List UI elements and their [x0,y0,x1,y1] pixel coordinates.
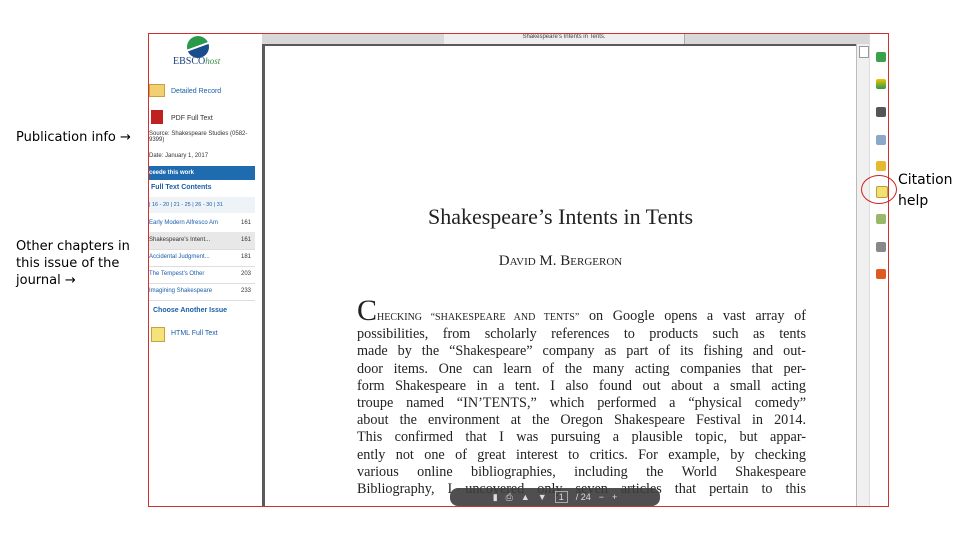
pdf-page: Shakespeare’s Intents in Tents David M. … [265,46,856,506]
viewer-tabbar: Shakespeare's Intents in Tents. [262,34,869,44]
pdf-toolbar: ▮ ⎙ ▲ ▼ 1 / 24 − + [450,488,660,506]
article-author: David M. Bergeron [498,253,623,269]
print-icon[interactable]: ⎙ [506,492,513,503]
pagination[interactable]: | 16 - 20 | 21 - 25 | 26 - 30 | 31 [149,197,255,213]
pdf-full-text-link[interactable]: PDF Full Text [171,115,213,122]
choose-another-issue-link[interactable]: Choose Another Issue [153,307,227,314]
annotation-citation-help: Citation help [898,172,953,209]
chapter-row[interactable]: The Tempest's Other 203 [149,266,255,284]
annotation-other-chapters: Other chapters in this issue of the jour… [16,239,130,288]
share-icon[interactable] [876,269,886,279]
article-body: CHECKING “SHAKESPEARE AND TENTS” on Goog… [357,294,806,498]
right-toolbar [869,34,888,506]
chapter-row[interactable]: Accidental Judgment... 181 [149,249,255,267]
pdf-icon [151,110,163,124]
export-icon[interactable] [876,214,886,224]
citation-highlight-circle [861,175,897,204]
save-icon[interactable] [876,161,886,171]
zoom-out-icon[interactable]: − [599,492,604,502]
ebsco-logo-icon [187,36,209,58]
document-tab[interactable]: Shakespeare's Intents in Tents. [444,34,685,44]
ebsco-logo: EBSCOhost [173,56,221,67]
page-total: / 24 [575,492,591,502]
scrollbar[interactable] [856,44,870,506]
sidebar: EBSCOhost Detailed Record PDF Full Text … [149,34,256,506]
pdf-viewer: Shakespeare's Intents in Tents. Shakespe… [262,34,870,506]
cite-banner[interactable]: ceede this work [149,166,255,180]
email-icon[interactable] [876,135,886,145]
folder-icon [149,84,165,97]
full-text-contents-heading: Full Text Contents [151,184,212,191]
page-up-icon[interactable]: ▲ [521,492,530,502]
source-info: Source: Shakespeare Studies (0582-9399) [149,131,248,143]
page-down-icon[interactable]: ▼ [538,492,547,502]
html-icon [151,327,165,342]
date-info: Date: January 1, 2017 [149,153,209,159]
detailed-record-link[interactable]: Detailed Record [171,88,221,95]
google-drive-icon[interactable] [876,79,886,89]
chapter-row[interactable]: Imagining Shakespeare 233 [149,283,255,301]
chapter-row[interactable]: Early Modern Alfresco Am 161 [149,215,255,233]
print-icon[interactable] [876,107,886,117]
ebsco-window: EBSCOhost Detailed Record PDF Full Text … [148,33,889,507]
annotation-publication-info: Publication info → [16,130,131,145]
html-full-text-link[interactable]: HTML Full Text [171,330,218,337]
save-icon[interactable]: ▮ [493,492,498,503]
chapter-row[interactable]: Shakespeare's Intent... 161 [149,232,255,250]
scroll-up-button[interactable] [859,46,869,58]
add-to-folder-icon[interactable] [876,52,886,62]
permalink-icon[interactable] [876,242,886,252]
zoom-in-icon[interactable]: + [612,492,617,502]
article-title: Shakespeare’s Intents in Tents [427,204,694,229]
page-number-input[interactable]: 1 [554,491,568,503]
